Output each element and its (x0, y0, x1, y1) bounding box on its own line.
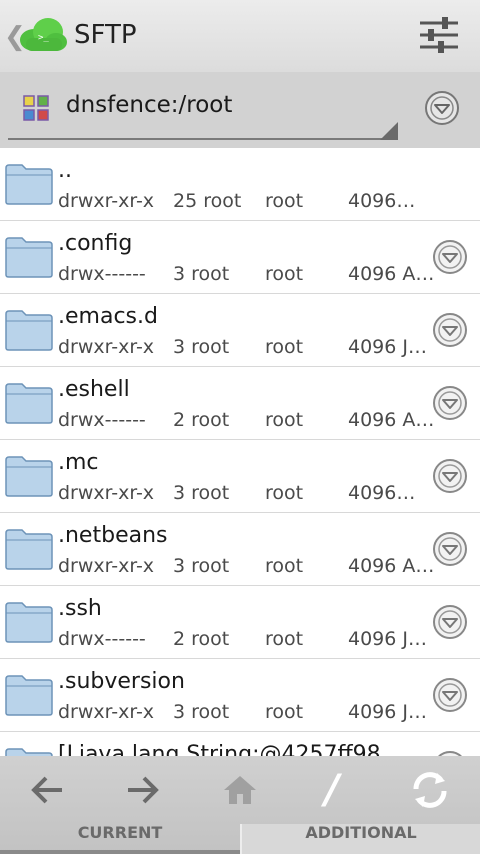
tab-additional[interactable]: ADDITIONAL (240, 824, 480, 854)
app-title: SFTP (74, 20, 137, 50)
file-row[interactable]: .ssh drwx------ 2 root root 4096 J… (0, 586, 480, 659)
item-menu-icon[interactable] (432, 312, 468, 348)
file-meta: drwxr-xr-x 3 root root 4096… (58, 482, 415, 504)
svg-text:>_: >_ (38, 33, 49, 43)
file-links-user: 3 root (173, 701, 230, 723)
file-links-user: 3 root (173, 263, 230, 285)
file-name: .ssh (58, 596, 102, 621)
file-permissions: drwxr-xr-x (58, 555, 155, 577)
item-menu-icon[interactable] (432, 677, 468, 713)
root-slash-icon[interactable]: / (302, 764, 362, 816)
refresh-icon[interactable] (400, 764, 460, 816)
path-underline (8, 138, 398, 140)
file-links-user: 25 root (173, 190, 242, 212)
back-arrow-icon[interactable] (18, 764, 78, 816)
file-name: .netbeans (58, 523, 168, 548)
file-permissions: drwx------ (58, 409, 146, 431)
file-row[interactable]: .subversion drwxr-xr-x 3 root root 4096 J… (0, 659, 480, 732)
file-name: .emacs.d (58, 304, 158, 329)
file-row[interactable]: .eshell drwx------ 2 root root 4096 A… (0, 367, 480, 440)
folder-icon (4, 746, 54, 756)
action-bar: ❮ >_ SFTP (0, 0, 480, 72)
item-menu-icon[interactable] (432, 385, 468, 421)
file-links-user: 3 root (173, 336, 230, 358)
file-row[interactable]: .. drwxr-xr-x 25 root root 4096… (0, 148, 480, 221)
server-connection-icon (23, 95, 49, 121)
root-slash-label: / (324, 767, 340, 813)
file-meta: drwx------ 2 root root 4096 J… (58, 628, 427, 650)
file-permissions: drwxr-xr-x (58, 482, 155, 504)
file-group: root (265, 701, 304, 723)
dropdown-corner-icon (380, 122, 398, 140)
folder-icon (4, 527, 54, 571)
settings-sliders-icon[interactable] (418, 14, 460, 56)
file-name: .subversion (58, 669, 185, 694)
file-name: .eshell (58, 377, 130, 402)
file-size: 4096 J… (348, 336, 427, 358)
file-group: root (265, 263, 304, 285)
file-name: .config (58, 231, 133, 256)
file-row[interactable]: .emacs.d drwxr-xr-x 3 root root 4096 J… (0, 294, 480, 367)
file-size: 4096… (348, 190, 416, 212)
current-path: dnsfence:/root (66, 92, 233, 118)
folder-icon (4, 600, 54, 644)
file-meta: drwx------ 2 root root 4096 A… (58, 409, 434, 431)
path-selector[interactable]: dnsfence:/root (0, 72, 480, 148)
file-links-user: 2 root (173, 628, 230, 650)
file-meta: drwxr-xr-x 3 root root 4096 J… (58, 336, 427, 358)
file-size: 4096 A… (348, 263, 435, 285)
file-meta: drwxr-xr-x 25 root root 4096… (58, 190, 415, 212)
file-size: 4096 A… (348, 555, 435, 577)
file-name: .. (58, 158, 72, 183)
file-size: 4096 J… (348, 701, 427, 723)
file-permissions: drwxr-xr-x (58, 701, 155, 723)
home-icon[interactable] (210, 764, 270, 816)
file-list: .. drwxr-xr-x 25 root root 4096… .config drwx-… (0, 148, 480, 756)
folder-icon (4, 454, 54, 498)
file-meta: drwxr-xr-x 3 root root 4096 A… (58, 555, 434, 577)
file-group: root (265, 482, 304, 504)
file-row[interactable]: .config drwx------ 3 root root 4096 A… (0, 221, 480, 294)
file-row[interactable]: .netbeans drwxr-xr-x 3 root root 4096 A… (0, 513, 480, 586)
folder-icon (4, 162, 54, 206)
file-meta: drwxr-xr-x 3 root root 4096 J… (58, 701, 427, 723)
item-menu-icon[interactable] (432, 239, 468, 275)
item-menu-icon[interactable] (432, 531, 468, 567)
file-permissions: drwxr-xr-x (58, 190, 155, 212)
file-permissions: drwx------ (58, 628, 146, 650)
item-menu-icon[interactable] (432, 604, 468, 640)
file-row[interactable]: [Ljava.lang.String;@4257ff98 (0, 732, 480, 756)
bottom-toolbar: / CURRENT ADDITIONAL (0, 756, 480, 854)
cloud-terminal-icon[interactable]: >_ (18, 14, 68, 56)
file-name: [Ljava.lang.String;@4257ff98 (58, 742, 381, 756)
forward-arrow-icon[interactable] (112, 764, 172, 816)
folder-icon (4, 381, 54, 425)
folder-icon (4, 673, 54, 717)
file-size: 4096 A… (348, 409, 435, 431)
file-group: root (265, 555, 304, 577)
file-size: 4096… (348, 482, 416, 504)
file-permissions: drwx------ (58, 263, 146, 285)
file-permissions: drwxr-xr-x (58, 336, 155, 358)
file-group: root (265, 336, 304, 358)
file-group: root (265, 190, 304, 212)
file-links-user: 3 root (173, 482, 230, 504)
file-links-user: 3 root (173, 555, 230, 577)
file-group: root (265, 628, 304, 650)
file-links-user: 2 root (173, 409, 230, 431)
file-meta: drwx------ 3 root root 4096 A… (58, 263, 434, 285)
file-name: .mc (58, 450, 99, 475)
file-group: root (265, 409, 304, 431)
folder-icon (4, 235, 54, 279)
item-menu-icon[interactable] (432, 458, 468, 494)
path-menu-icon[interactable] (424, 90, 460, 126)
tab-current[interactable]: CURRENT (0, 824, 240, 854)
file-row[interactable]: .mc drwxr-xr-x 3 root root 4096… (0, 440, 480, 513)
file-size: 4096 J… (348, 628, 427, 650)
folder-icon (4, 308, 54, 352)
